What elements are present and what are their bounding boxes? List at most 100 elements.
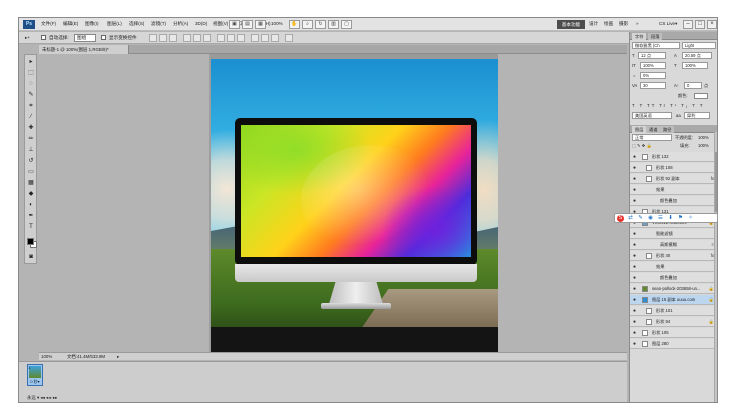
align-right-icon[interactable] (203, 34, 211, 42)
voice-icon[interactable]: ◉ (647, 215, 654, 222)
menu-3d[interactable]: 3D(D) (195, 21, 207, 26)
layer-row[interactable]: ● 形状 40 fx (630, 251, 717, 261)
tab-channels[interactable]: 通道 (646, 126, 661, 133)
font-size-field[interactable]: 12 点 (638, 52, 666, 59)
eraser-tool-icon[interactable]: ▭ (26, 167, 36, 177)
baseline-field[interactable]: 0 (684, 82, 702, 89)
auto-align-icon[interactable] (285, 34, 293, 42)
dodge-tool-icon[interactable]: ◐ (26, 200, 36, 210)
eye-icon[interactable]: ● (633, 287, 638, 292)
horizontal-scale-field[interactable]: 100% (682, 62, 708, 69)
screen-mode-icon[interactable]: ▢ (341, 20, 352, 29)
text-color-swatch[interactable] (694, 93, 708, 99)
blend-mode-select[interactable]: 正常 (632, 134, 672, 141)
eyedropper-tool-icon[interactable]: ⁄ (26, 112, 36, 122)
font-family-select[interactable]: 微软雅黑 (Ch (632, 42, 680, 49)
eye-icon[interactable]: ● (633, 188, 638, 193)
distribute-hcenter-icon[interactable] (261, 34, 269, 42)
sogou-logo-icon[interactable]: S (617, 215, 624, 222)
toolbox-icon[interactable]: ✧ (687, 215, 694, 222)
menu-edit[interactable]: 编辑(E) (63, 21, 78, 27)
tab-layers[interactable]: 图层 (632, 126, 647, 133)
eye-icon[interactable]: ● (633, 199, 638, 204)
vertical-scale-field[interactable]: 100% (640, 62, 666, 69)
eye-icon[interactable]: ● (633, 320, 638, 325)
handwriting-icon[interactable]: ✎ (637, 215, 644, 222)
maximize-button[interactable]: □ (695, 20, 705, 29)
animation-frame[interactable]: 1 0 秒▾ (27, 364, 43, 386)
align-left-icon[interactable] (183, 34, 191, 42)
menu-select[interactable]: 选择(S) (129, 21, 144, 27)
close-button[interactable]: × (707, 20, 717, 29)
zoom-tool-icon[interactable]: ⌕ (302, 20, 313, 29)
animation-controls[interactable]: 永远 ▾ ◂◂ ◂ ▸ ▸▸ (27, 395, 57, 401)
skin-icon[interactable]: ⚑ (677, 215, 684, 222)
workspace-design-link[interactable]: 设计 (589, 21, 598, 27)
layer-row[interactable]: ● 图层 280 (630, 339, 717, 349)
layer-row[interactable]: ● 形状 105 (630, 328, 717, 338)
layer-effect-row[interactable]: ● 高斯模糊 ≡ (630, 240, 717, 250)
history-brush-tool-icon[interactable]: ↺ (26, 156, 36, 166)
hand-tool-icon[interactable]: ✋ (289, 20, 300, 29)
language-select[interactable]: 美国英语 (632, 112, 672, 119)
eye-icon[interactable]: ● (633, 166, 638, 171)
workspace-photography-link[interactable]: 摄影 (619, 21, 628, 27)
faux-style-buttons[interactable]: T T TT Tr T¹ T₁ T T (632, 102, 704, 110)
auto-select-checkbox[interactable] (41, 35, 46, 40)
minimize-button[interactable]: – (683, 20, 693, 29)
download-icon[interactable]: ⬇ (667, 215, 674, 222)
menu-filter[interactable]: 滤镜(T) (151, 21, 166, 27)
switch-icon[interactable]: ⇄ (627, 215, 634, 222)
distribute-top-icon[interactable] (217, 34, 225, 42)
rotate-view-icon[interactable]: ↻ (315, 20, 326, 29)
workspace-more-link[interactable]: » (636, 21, 639, 26)
show-transform-checkbox[interactable] (101, 35, 106, 40)
eye-icon[interactable]: ● (633, 276, 638, 281)
tracking-field[interactable]: 30 (640, 82, 666, 89)
layers-scrollbar[interactable] (714, 132, 717, 402)
workspace-painting-link[interactable]: 绘画 (604, 21, 613, 27)
layer-row[interactable]: ● 形状 92 副本 fx (630, 174, 717, 184)
type-tool-icon[interactable]: T (26, 222, 36, 232)
font-style-select[interactable]: Light (682, 42, 716, 49)
menu-image[interactable]: 图像(I) (85, 21, 99, 27)
layer-effect-row[interactable]: ● 颜色叠加 (630, 196, 717, 206)
extras-icon[interactable]: ▦ (255, 20, 266, 29)
layer-row[interactable]: ● 形状 94 🔒 (630, 317, 717, 327)
leading-field[interactable]: 20.59 点 (682, 52, 712, 59)
eye-icon[interactable]: ● (633, 265, 638, 270)
quick-mask-icon[interactable]: ◙ (26, 252, 36, 262)
layer-row[interactable]: ● 形状 108 (630, 163, 717, 173)
layers-scrollbar-thumb[interactable] (715, 152, 717, 212)
workspace-essentials-button[interactable]: 基本功能 (557, 20, 585, 29)
zoom-level[interactable]: 100% (271, 21, 283, 26)
blur-tool-icon[interactable]: ◆ (26, 189, 36, 199)
lasso-tool-icon[interactable]: ◌ (26, 79, 36, 89)
layer-row-selected[interactable]: ● 图层 16 副本 uuuu.com 🔒 (630, 295, 717, 305)
eye-icon[interactable]: ● (633, 342, 638, 347)
gradient-tool-icon[interactable]: ▦ (26, 178, 36, 188)
keyboard-icon[interactable]: ☰ (657, 215, 664, 222)
menu-view[interactable]: 视图(V) (213, 21, 228, 27)
crop-tool-icon[interactable]: ⌗ (26, 101, 36, 111)
opacity-value[interactable]: 100% (698, 134, 709, 142)
distribute-bottom-icon[interactable] (237, 34, 245, 42)
cs-live-menu[interactable]: CS Live▾ (659, 21, 677, 27)
align-bottom-icon[interactable] (169, 34, 177, 42)
distribute-vcenter-icon[interactable] (227, 34, 235, 42)
eye-icon[interactable]: ● (633, 243, 638, 248)
layer-row[interactable]: ● 形状 132 (630, 152, 717, 162)
eye-icon[interactable]: ● (633, 298, 638, 303)
pen-tool-icon[interactable]: ✒ (26, 211, 36, 221)
document-canvas[interactable] (211, 59, 498, 352)
tab-paragraph[interactable]: 段落 (648, 33, 663, 40)
layer-row[interactable]: ● 形状 101 (630, 306, 717, 316)
document-tab[interactable]: 未标题-1 @ 100%(图层 1,RGB/8)* (39, 45, 129, 54)
brush-tool-icon[interactable]: ✏ (26, 134, 36, 144)
foreground-color-swatch[interactable] (27, 238, 34, 245)
tab-paths[interactable]: 路径 (660, 126, 675, 133)
quick-select-tool-icon[interactable]: ✎ (26, 90, 36, 100)
fill-value[interactable]: 100% (698, 142, 709, 150)
status-zoom[interactable]: 100% (41, 354, 52, 359)
move-tool-icon[interactable]: ▸ (26, 57, 36, 67)
